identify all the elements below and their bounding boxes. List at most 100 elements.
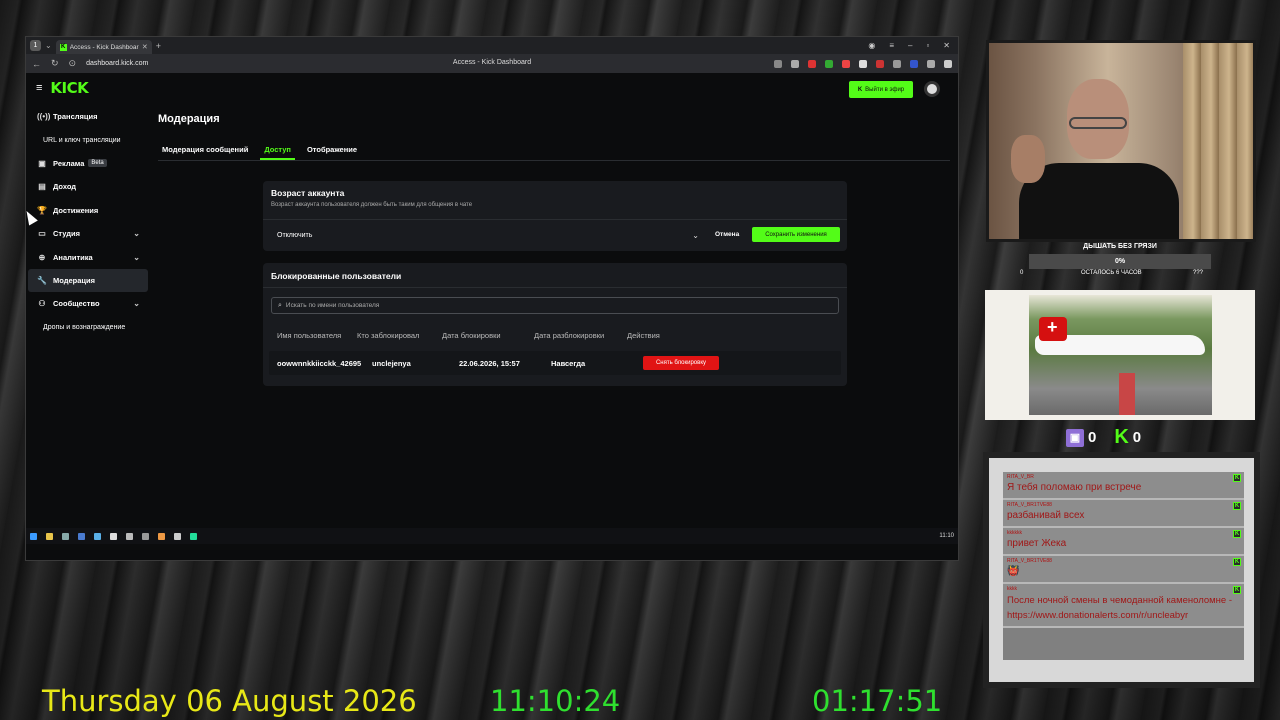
goal-start: 0 — [1020, 270, 1024, 276]
start-icon[interactable] — [30, 532, 37, 540]
sidebar-item-label: Дропы и вознаграждение — [43, 323, 126, 331]
sidebar: ((•)) Трансляция URL и ключ трансляции ▣… — [28, 105, 148, 339]
account-age-select[interactable]: Отключить ⌄ — [271, 227, 701, 243]
extension-puzzle-icon[interactable] — [927, 59, 935, 68]
app-icon[interactable] — [110, 532, 117, 540]
url-field[interactable]: dashboard.kick.com — [86, 60, 148, 67]
chat-list: RITA_V_BR Я тебя поломаю при встрече K R… — [1003, 472, 1244, 660]
kick-logo[interactable]: KICK — [50, 79, 88, 97]
chat-username: RITA_V_BR — [1007, 474, 1034, 480]
tab-display[interactable]: Отображение — [303, 145, 361, 158]
chat-message: RITA_V_BR1TVE88 👹 K — [1003, 556, 1244, 584]
kick-badge-icon: K — [1233, 474, 1241, 482]
chat-text: После ночной смены в чемоданной каменоло… — [1007, 595, 1233, 621]
tab-bar: 1 ⌄ K Access - Kick Dashboard ✕ + ◉ ≡ – … — [26, 37, 958, 54]
chat-text: привет Жека — [1007, 538, 1067, 549]
glasses — [1069, 117, 1127, 129]
search-input[interactable] — [285, 302, 806, 309]
goal-footer: 0 ОСТАЛОСЬ 6 ЧАСОВ ??? — [1015, 270, 1225, 280]
cancel-button[interactable]: Отмена — [715, 231, 739, 238]
folder-icon[interactable] — [46, 532, 53, 540]
app-icon[interactable] — [94, 532, 101, 540]
extension-adblock-icon[interactable] — [876, 59, 884, 68]
minimize-button[interactable]: – — [908, 41, 912, 50]
taskbar-clock: 11:10 — [939, 533, 954, 539]
column-header: Имя пользователя — [277, 331, 342, 340]
close-window-button[interactable]: ✕ — [943, 41, 950, 50]
site-info-icon[interactable]: ⊙ — [69, 58, 77, 69]
unblock-button[interactable]: Снять блокировку — [643, 356, 719, 370]
reload-icon[interactable]: ↻ — [51, 58, 59, 69]
hamburger-menu-icon[interactable]: ≡ — [36, 82, 42, 94]
extension-green-icon[interactable] — [825, 59, 833, 68]
account-age-title: Возраст аккаунта — [271, 188, 345, 198]
sidebar-item-income[interactable]: ▤ Доход — [28, 175, 148, 198]
sidebar-item-ads[interactable]: ▣ Реклама Beta — [28, 152, 148, 175]
app-icon[interactable] — [78, 532, 85, 540]
chat-username: kkkkkk — [1007, 530, 1022, 536]
chat-message: kkkkkk привет Жека K — [1003, 528, 1244, 556]
app-icon[interactable] — [142, 532, 149, 540]
app-icon[interactable] — [174, 532, 181, 540]
goal-progress-bar: 0% — [1029, 254, 1211, 269]
menu-icon[interactable]: ≡ — [889, 41, 894, 50]
chat-text: Я тебя поломаю при встрече — [1007, 482, 1142, 493]
chat-text: 👹 — [1007, 566, 1020, 577]
workspace-icon[interactable]: 1 — [30, 40, 41, 51]
extension-icons — [774, 59, 952, 68]
more-icon[interactable] — [774, 59, 782, 68]
person-hand — [1011, 135, 1045, 183]
extensions-icon[interactable]: ◉ — [868, 41, 875, 50]
sidebar-item-label: URL и ключ трансляции — [43, 136, 121, 144]
extension-white-icon[interactable] — [859, 59, 867, 68]
maximize-button[interactable]: ▫ — [926, 41, 929, 50]
goal-target: ??? — [1193, 270, 1204, 276]
kick-badge-icon: K — [1233, 558, 1241, 566]
bookmark-icon[interactable] — [791, 59, 799, 68]
sidebar-item-broadcast[interactable]: ((•)) Трансляция — [28, 105, 148, 128]
tab-access[interactable]: Доступ — [260, 145, 295, 160]
extension-gear-icon[interactable] — [893, 59, 901, 68]
chrome-icon[interactable] — [158, 532, 165, 540]
save-changes-button[interactable]: Сохранить изменения — [752, 227, 840, 242]
download-icon[interactable] — [944, 59, 952, 68]
kick-icon: K — [1114, 426, 1129, 448]
sidebar-item-moderation[interactable]: 🔧 Модерация — [28, 268, 148, 293]
avatar[interactable] — [924, 81, 940, 97]
column-header: Действия — [627, 331, 660, 340]
chevron-down-icon[interactable]: ⌄ — [45, 41, 52, 50]
curtain — [1183, 43, 1253, 239]
go-live-button[interactable]: K Выйти в эфир — [849, 81, 913, 98]
sidebar-item-analytics[interactable]: ⊕ Аналитика ⌄ — [28, 245, 148, 268]
new-tab-button[interactable]: + — [156, 41, 161, 51]
search-box: ⌕ — [271, 297, 839, 314]
app-icon[interactable] — [62, 532, 69, 540]
chevron-down-icon: ⌄ — [133, 299, 140, 309]
block-date: 22.06.2026, 15:57 — [459, 359, 520, 368]
divider — [263, 219, 847, 220]
analytics-icon: ⊕ — [38, 252, 46, 262]
sidebar-item-studio[interactable]: ▭ Студия ⌄ — [28, 222, 148, 245]
studio-icon: ▭ — [38, 229, 46, 239]
back-icon[interactable]: ← — [32, 59, 41, 69]
tab-kick-dashboard[interactable]: K Access - Kick Dashboard ✕ — [55, 40, 152, 54]
community-icon: ⚇ — [38, 299, 46, 309]
extension-blue-icon[interactable] — [910, 59, 918, 68]
close-tab-icon[interactable]: ✕ — [142, 43, 148, 51]
blocked-username: oowwnnkkiicckk_42695 — [277, 359, 362, 368]
twitch-count: 0 — [1088, 429, 1097, 446]
chevron-down-icon: ⌄ — [133, 252, 140, 262]
sidebar-item-drops[interactable]: Дропы и вознаграждение — [28, 316, 148, 339]
app-icon[interactable] — [126, 532, 133, 540]
ads-icon: ▣ — [38, 158, 46, 168]
kick-badge-icon: K — [1233, 586, 1241, 594]
extension-pdf-icon[interactable] — [842, 59, 850, 68]
sidebar-item-achievements[interactable]: 🏆 Достижения — [28, 199, 148, 222]
kick-counter: K 0 — [1114, 426, 1141, 449]
sidebar-item-stream-url[interactable]: URL и ключ трансляции — [28, 128, 148, 151]
tab-message-moderation[interactable]: Модерация сообщений — [158, 145, 252, 158]
extension-red-icon[interactable] — [808, 59, 816, 68]
sidebar-item-community[interactable]: ⚇ Сообщество ⌄ — [28, 292, 148, 315]
app-icon[interactable] — [190, 532, 197, 540]
swiss-tail-icon — [1039, 317, 1067, 341]
